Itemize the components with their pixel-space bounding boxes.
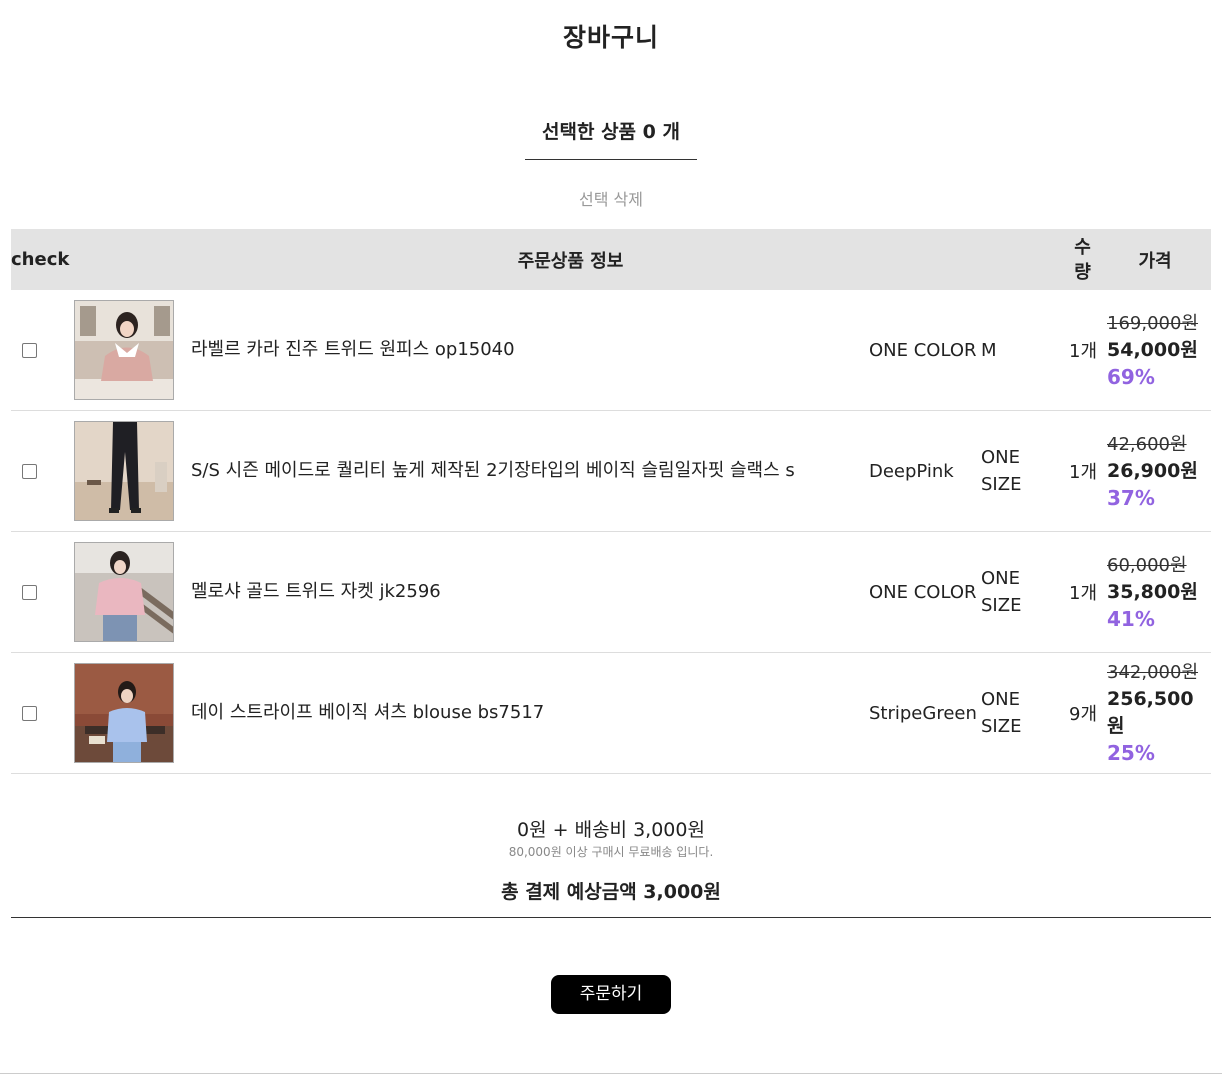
product-quantity: 1개 — [1066, 290, 1100, 411]
product-color-option: StripeGreen — [869, 652, 981, 774]
summary-divider — [11, 917, 1211, 918]
original-price: 60,000원 — [1107, 554, 1187, 576]
table-row: 멜로샤 골드 트위드 자켓 jk2596 ONE COLOR ONE SIZE … — [11, 531, 1212, 653]
item-checkbox[interactable] — [22, 584, 37, 600]
product-price: 60,000원 35,800원 41% — [1099, 531, 1212, 653]
product-size-option: ONE SIZE — [981, 410, 1067, 532]
selected-count-label: 선택한 상품 0 개 — [525, 116, 697, 160]
free-shipping-note: 80,000원 이상 구매시 무료배송 입니다. — [508, 845, 714, 859]
product-color-option: ONE COLOR — [869, 531, 981, 653]
product-quantity: 9개 — [1066, 652, 1100, 774]
product-size-option: M — [981, 290, 1067, 411]
discount-rate: 37% — [1107, 485, 1155, 510]
discount-rate: 69% — [1107, 364, 1155, 389]
discount-rate: 41% — [1107, 606, 1155, 631]
product-name[interactable]: S/S 시즌 메이드로 퀄리티 높게 제작된 2기장타입의 베이직 슬림일자핏 … — [181, 410, 869, 532]
sale-price: 26,900원 — [1107, 459, 1198, 482]
sale-price: 54,000원 — [1107, 338, 1198, 361]
table-row: 라벨르 카라 진주 트위드 원피스 op15040 ONE COLOR M 1개… — [11, 290, 1212, 411]
total-estimated-price: 총 결제 예상금액 3,000원 — [501, 881, 721, 903]
col-header-product-info: 주문상품 정보 — [75, 229, 1067, 290]
col-header-quantity: 수량 — [1066, 229, 1100, 290]
page-bottom-divider — [0, 1073, 1222, 1074]
item-checkbox[interactable] — [22, 705, 37, 721]
table-row: 데이 스트라이프 베이직 셔츠 blouse bs7517 StripeGree… — [11, 652, 1212, 774]
table-row: S/S 시즌 메이드로 퀄리티 높게 제작된 2기장타입의 베이직 슬림일자핏 … — [11, 410, 1212, 532]
col-header-check: check — [11, 229, 75, 290]
col-header-price: 가격 — [1099, 229, 1212, 290]
product-price: 169,000원 54,000원 69% — [1099, 290, 1212, 411]
product-name[interactable]: 데이 스트라이프 베이직 셔츠 blouse bs7517 — [181, 652, 869, 774]
original-price: 42,600원 — [1107, 433, 1187, 455]
product-price: 342,000원 256,500원 25% — [1099, 652, 1212, 774]
product-quantity: 1개 — [1066, 410, 1100, 532]
sale-price: 256,500원 — [1107, 688, 1194, 737]
original-price: 342,000원 — [1107, 662, 1199, 683]
product-size-option: ONE SIZE — [981, 531, 1067, 653]
product-price: 42,600원 26,900원 37% — [1099, 410, 1212, 532]
cart-table: check 주문상품 정보 수량 가격 라벨르 카라 진주 트위드 원피스 op… — [11, 229, 1212, 774]
product-color-option: DeepPink — [869, 410, 981, 532]
table-header-row: check 주문상품 정보 수량 가격 — [11, 229, 1212, 290]
item-checkbox[interactable] — [22, 342, 37, 358]
original-price: 169,000원 — [1107, 312, 1199, 334]
product-name[interactable]: 라벨르 카라 진주 트위드 원피스 op15040 — [181, 290, 869, 411]
sale-price: 35,800원 — [1107, 580, 1198, 603]
product-size-option: ONE SIZE — [981, 652, 1067, 774]
price-summary-line: 0원 + 배송비 3,000원 — [517, 819, 705, 841]
product-thumbnail[interactable] — [74, 300, 174, 400]
product-color-option: ONE COLOR — [869, 290, 981, 411]
item-checkbox[interactable] — [22, 463, 37, 479]
product-name[interactable]: 멜로샤 골드 트위드 자켓 jk2596 — [181, 531, 869, 653]
product-thumbnail[interactable] — [74, 542, 174, 642]
product-quantity: 1개 — [1066, 531, 1100, 653]
product-thumbnail[interactable] — [74, 421, 174, 521]
order-button[interactable]: 주문하기 — [551, 975, 671, 1014]
delete-selected-button[interactable]: 선택 삭제 — [0, 186, 1222, 210]
product-thumbnail[interactable] — [74, 663, 174, 763]
discount-rate: 25% — [1107, 741, 1155, 765]
page-title: 장바구니 — [562, 23, 659, 52]
